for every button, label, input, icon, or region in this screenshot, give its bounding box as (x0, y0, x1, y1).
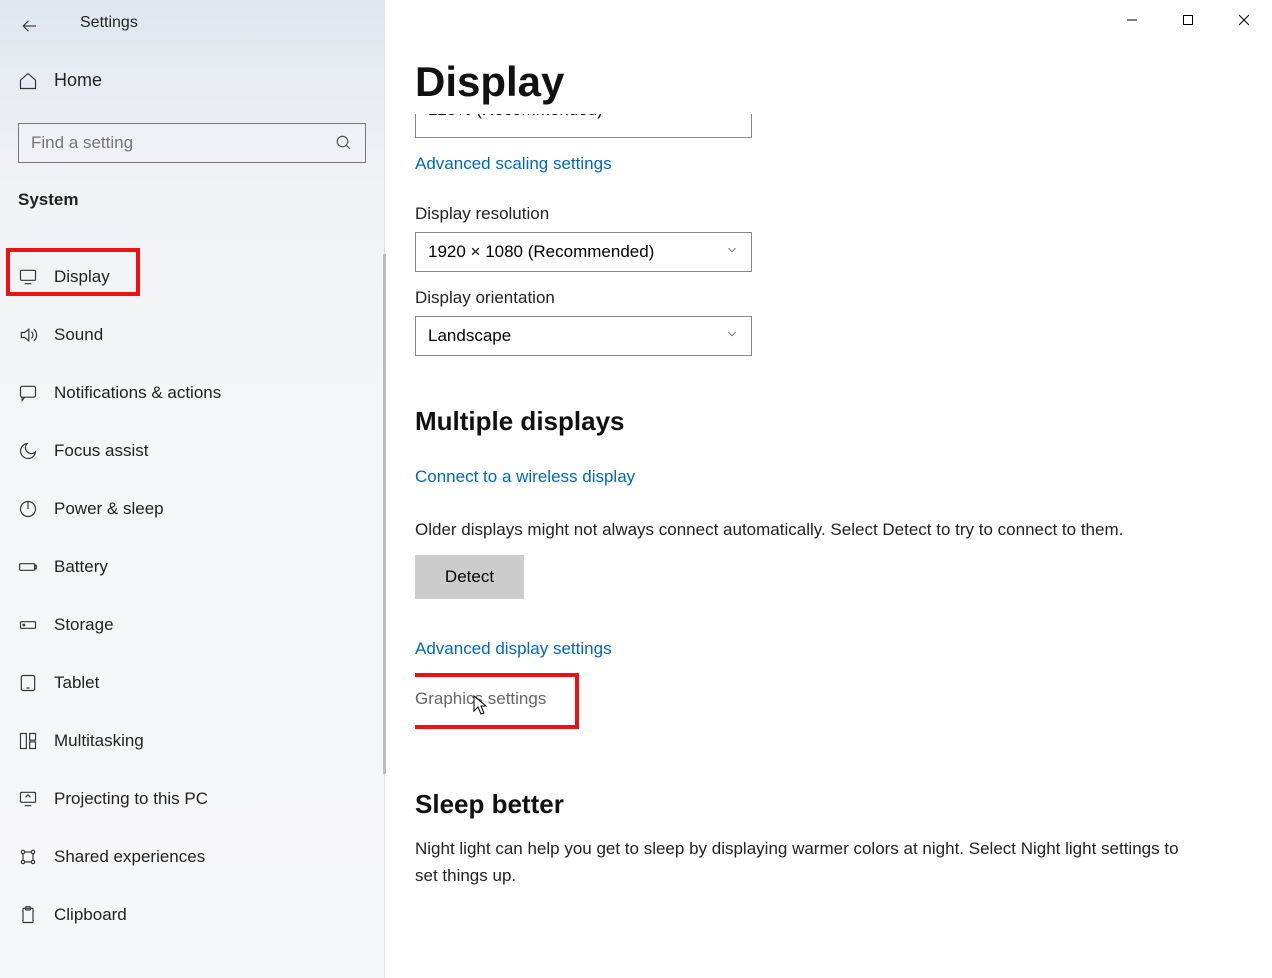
chat-icon (18, 383, 38, 403)
sidebar-item-display[interactable]: Display (0, 248, 384, 306)
page-title: Display (415, 58, 1235, 106)
resolution-label: Display resolution (415, 204, 1235, 224)
category-label: System (18, 190, 78, 210)
sidebar-item-clipboard[interactable]: Clipboard (0, 886, 384, 944)
sidebar-item-label: Projecting to this PC (54, 789, 208, 809)
orientation-value: Landscape (428, 326, 511, 346)
project-icon (18, 789, 38, 809)
sidebar-item-storage[interactable]: Storage (0, 596, 384, 654)
sidebar-item-label: Multitasking (54, 731, 144, 751)
home-icon (18, 71, 38, 91)
sidebar-item-shared-experiences[interactable]: Shared experiences (0, 828, 384, 886)
sidebar-item-label: Storage (54, 615, 114, 635)
advanced-scaling-link[interactable]: Advanced scaling settings (415, 154, 612, 174)
scale-value: 125% (Recommended) (428, 114, 603, 120)
scale-dropdown[interactable]: 125% (Recommended) (415, 114, 752, 138)
sidebar-item-tablet[interactable]: Tablet (0, 654, 384, 712)
sidebar-item-projecting-to-this-pc[interactable]: Projecting to this PC (0, 770, 384, 828)
power-icon (18, 499, 38, 519)
sidebar-item-label: Power & sleep (54, 499, 164, 519)
advanced-display-link[interactable]: Advanced display settings (415, 639, 612, 659)
search-box[interactable] (18, 123, 366, 163)
monitor-icon (18, 267, 38, 287)
resolution-dropdown[interactable]: 1920 × 1080 (Recommended) (415, 232, 752, 272)
battery-icon (18, 557, 38, 577)
sidebar-item-battery[interactable]: Battery (0, 538, 384, 596)
multiple-displays-heading: Multiple displays (415, 406, 1235, 437)
app-title: Settings (80, 14, 138, 32)
sidebar-item-label: Battery (54, 557, 108, 577)
multitask-icon (18, 731, 38, 751)
sidebar-item-focus-assist[interactable]: Focus assist (0, 422, 384, 480)
sidebar-item-label: Notifications & actions (54, 383, 221, 403)
detect-help-text: Older displays might not always connect … (415, 517, 1195, 543)
sidebar: Settings Home System Display Sound Notific… (0, 0, 385, 978)
chevron-down-icon (725, 114, 739, 120)
sleep-better-heading: Sleep better (415, 789, 1235, 820)
resolution-value: 1920 × 1080 (Recommended) (428, 242, 654, 262)
detect-button[interactable]: Detect (415, 555, 524, 599)
orientation-label: Display orientation (415, 288, 1235, 308)
search-icon (335, 134, 353, 152)
sidebar-item-notifications-actions[interactable]: Notifications & actions (0, 364, 384, 422)
moon-icon (18, 441, 38, 461)
connect-wireless-link[interactable]: Connect to a wireless display (415, 467, 635, 487)
sidebar-item-label: Display (54, 267, 110, 287)
sidebar-item-label: Shared experiences (54, 847, 205, 867)
sidebar-item-label: Tablet (54, 673, 99, 693)
home-label: Home (54, 70, 102, 91)
sidebar-item-power-sleep[interactable]: Power & sleep (0, 480, 384, 538)
chevron-down-icon (725, 242, 739, 262)
graphics-settings-link[interactable]: Graphics settings (415, 689, 546, 709)
home-nav[interactable]: Home (18, 70, 102, 91)
scroll-indicator[interactable] (383, 254, 386, 774)
content-area: Display 125% (Recommended) Advanced scal… (415, 0, 1235, 978)
clipboard-icon (18, 905, 38, 925)
sidebar-item-label: Clipboard (54, 905, 127, 925)
sidebar-item-label: Focus assist (54, 441, 148, 461)
back-button[interactable] (18, 14, 42, 38)
storage-icon (18, 615, 38, 635)
sleep-better-body: Night light can help you get to sleep by… (415, 836, 1195, 889)
sidebar-item-multitasking[interactable]: Multitasking (0, 712, 384, 770)
sidebar-item-sound[interactable]: Sound (0, 306, 384, 364)
tablet-icon (18, 673, 38, 693)
search-input[interactable] (31, 133, 335, 153)
sidebar-item-label: Sound (54, 325, 103, 345)
share-icon (18, 847, 38, 867)
speaker-icon (18, 325, 38, 345)
chevron-down-icon (725, 326, 739, 346)
orientation-dropdown[interactable]: Landscape (415, 316, 752, 356)
